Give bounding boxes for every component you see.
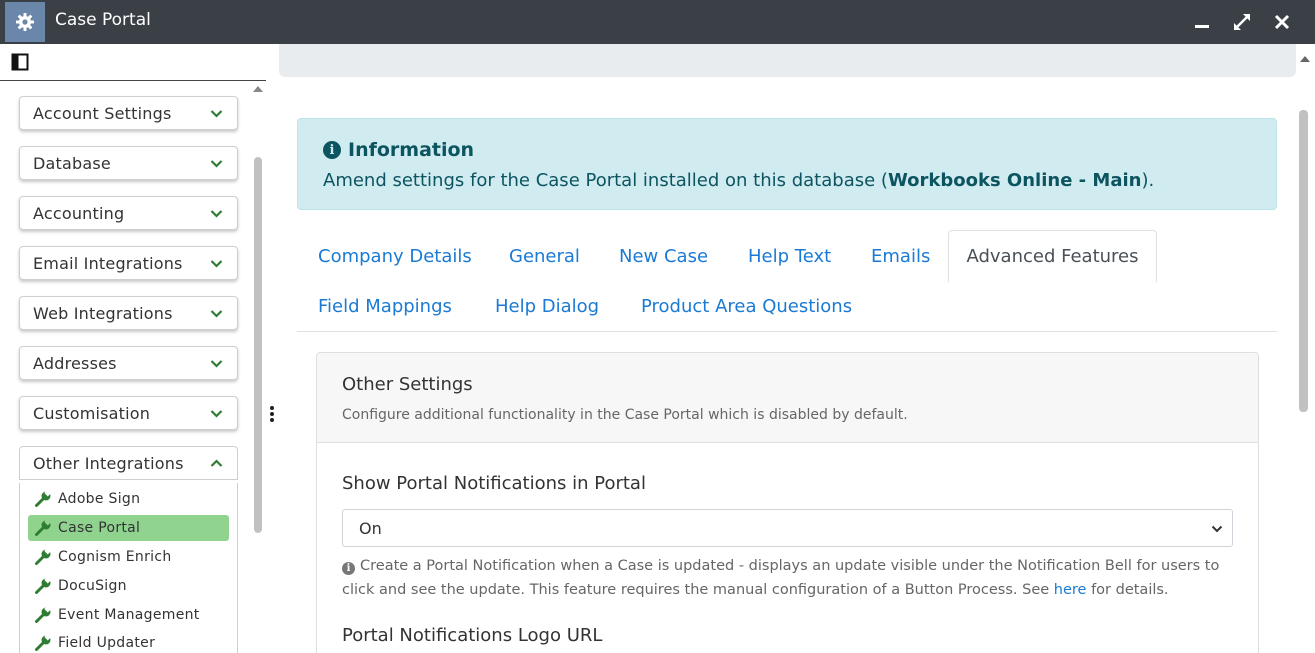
portal-notifications-logo-url-label: Portal Notifications Logo URL <box>342 625 603 646</box>
gear-icon <box>5 2 45 42</box>
tab-help-text[interactable]: Help Text <box>748 246 831 267</box>
main-scroll-up-arrow[interactable] <box>1300 56 1310 62</box>
submenu-item-label: Adobe Sign <box>58 491 141 507</box>
sidebar-toggle-button[interactable] <box>11 53 29 71</box>
notification-help-text: i Create a Portal Notification when a Cas… <box>342 554 1242 602</box>
sidebar-scrollbar[interactable] <box>254 157 262 533</box>
other-settings-card: Other Settings Configure additional func… <box>316 352 1259 653</box>
wrench-icon <box>35 548 52 565</box>
menu-label: Email Integrations <box>33 254 183 273</box>
chevron-down-icon <box>210 160 223 168</box>
close-icon <box>1274 14 1290 30</box>
tab-advanced-features[interactable]: Advanced Features <box>948 230 1157 282</box>
info-icon: i <box>342 562 355 575</box>
menu-accounting[interactable]: Accounting <box>19 196 238 230</box>
content-top-bar <box>279 44 1296 77</box>
menu-account-settings[interactable]: Account Settings <box>19 96 238 130</box>
window-title: Case Portal <box>55 10 151 30</box>
chevron-down-icon <box>210 310 223 318</box>
resize-handle-icon[interactable] <box>270 406 274 424</box>
wrench-icon <box>35 519 52 536</box>
information-alert: i Information Amend settings for the Cas… <box>297 118 1277 210</box>
submenu-item-label: Event Management <box>58 607 200 623</box>
chevron-down-icon <box>210 110 223 118</box>
submenu-item-label: Cognism Enrich <box>58 549 172 565</box>
sidebar-toggle-icon <box>11 53 29 71</box>
select-value: On <box>359 519 382 538</box>
menu-label: Accounting <box>33 204 125 223</box>
menu-database[interactable]: Database <box>19 146 238 180</box>
card-title: Other Settings <box>342 374 473 395</box>
menu-label: Database <box>33 154 111 173</box>
help-text-part: for details. <box>1086 582 1169 598</box>
maximize-button[interactable] <box>1228 8 1256 36</box>
menu-label: Account Settings <box>33 104 172 123</box>
show-portal-notifications-label: Show Portal Notifications in Portal <box>342 473 646 494</box>
menu-other-integrations[interactable]: Other Integrations <box>19 446 238 480</box>
wrench-icon <box>35 490 52 507</box>
other-integrations-submenu: Adobe Sign Case Portal Cognism Enrich Do… <box>19 483 238 653</box>
chevron-up-icon <box>210 459 223 467</box>
tab-company-details[interactable]: Company Details <box>318 246 472 267</box>
close-button[interactable] <box>1268 8 1296 36</box>
menu-email-integrations[interactable]: Email Integrations <box>19 246 238 280</box>
chevron-down-icon <box>210 360 223 368</box>
menu-label: Other Integrations <box>33 454 184 473</box>
database-name: Workbooks Online - Main <box>887 170 1142 191</box>
info-text-part: Amend settings for the Case Portal insta… <box>323 170 888 191</box>
chevron-down-icon <box>210 410 223 418</box>
card-header: Other Settings Configure additional func… <box>317 353 1258 443</box>
information-title: Information <box>348 139 475 161</box>
tab-emails[interactable]: Emails <box>871 246 930 267</box>
expand-icon <box>1234 14 1250 30</box>
minimize-icon <box>1195 25 1209 28</box>
show-portal-notifications-select[interactable]: On <box>342 509 1233 547</box>
tab-product-area-questions[interactable]: Product Area Questions <box>641 296 852 317</box>
submenu-item-label: Field Updater <box>58 635 156 651</box>
tab-new-case[interactable]: New Case <box>619 246 708 267</box>
submenu-item-field-updater[interactable]: Field Updater <box>28 630 229 653</box>
menu-label: Web Integrations <box>33 304 173 323</box>
menu-addresses[interactable]: Addresses <box>19 346 238 380</box>
menu-web-integrations[interactable]: Web Integrations <box>19 296 238 330</box>
information-heading: i Information <box>323 139 474 161</box>
tab-help-dialog[interactable]: Help Dialog <box>495 296 599 317</box>
wrench-icon <box>35 606 52 623</box>
menu-customisation[interactable]: Customisation <box>19 396 238 430</box>
title-bar: Case Portal <box>0 0 1315 44</box>
submenu-item-label: Case Portal <box>58 520 141 536</box>
chevron-down-icon <box>1211 525 1223 533</box>
submenu-item-docusign[interactable]: DocuSign <box>28 573 229 599</box>
submenu-item-cognism-enrich[interactable]: Cognism Enrich <box>28 544 229 570</box>
wrench-icon <box>35 634 52 651</box>
sidebar-scroll-up-arrow[interactable] <box>253 86 263 92</box>
tab-general[interactable]: General <box>509 246 580 267</box>
menu-label: Customisation <box>33 404 151 423</box>
sidebar-divider <box>0 80 266 81</box>
wrench-icon <box>35 577 52 594</box>
chevron-down-icon <box>210 210 223 218</box>
card-subtitle: Configure additional functionality in th… <box>342 407 908 423</box>
chevron-down-icon <box>210 260 223 268</box>
submenu-item-label: DocuSign <box>58 578 127 594</box>
info-text-part: ). <box>1141 170 1155 191</box>
tab-field-mappings[interactable]: Field Mappings <box>318 296 452 317</box>
menu-label: Addresses <box>33 354 117 373</box>
info-icon: i <box>323 141 341 159</box>
information-text: Amend settings for the Case Portal insta… <box>323 170 1154 191</box>
submenu-item-event-management[interactable]: Event Management <box>28 602 229 628</box>
details-link[interactable]: here <box>1054 582 1087 598</box>
submenu-item-case-portal[interactable]: Case Portal <box>28 515 229 541</box>
tab-divider <box>297 331 1277 332</box>
minimize-button[interactable] <box>1188 8 1216 36</box>
submenu-item-adobe-sign[interactable]: Adobe Sign <box>28 486 229 512</box>
main-scrollbar[interactable] <box>1299 110 1308 412</box>
